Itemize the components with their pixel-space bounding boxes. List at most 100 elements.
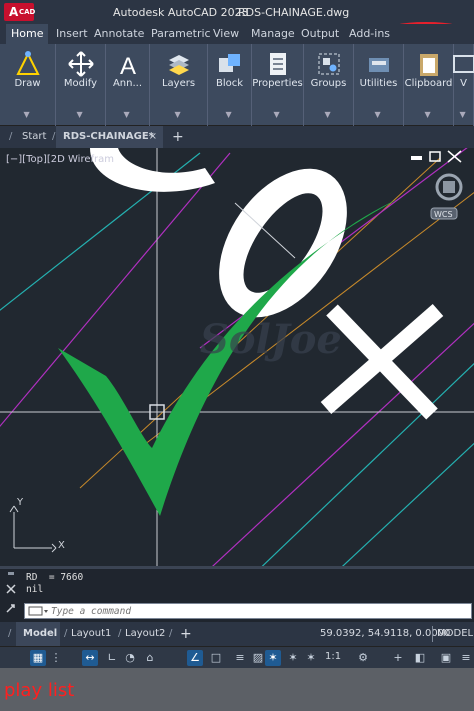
tab-model[interactable]: Model: [16, 622, 60, 646]
menu-icon[interactable]: ≡: [458, 650, 474, 666]
file-name: RDS-CHAINAGE.dwg: [238, 6, 350, 19]
command-input[interactable]: [51, 605, 461, 617]
ribbon-panel-draw[interactable]: Draw ▼: [0, 44, 56, 126]
tab-separator-icon: /: [52, 131, 56, 142]
ribbon-panel-modify[interactable]: Modify ▼: [56, 44, 106, 126]
annotation-scale-icon[interactable]: ✶: [303, 650, 319, 666]
coordinates-readout[interactable]: 59.0392, 54.9118, 0.0000: [320, 622, 450, 646]
isolate-icon[interactable]: ◧: [412, 650, 428, 666]
ribbon-panel-label: Modify: [63, 78, 98, 89]
ribbon-panel-block[interactable]: Block ▼: [208, 44, 252, 126]
tab-manage[interactable]: Manage: [246, 24, 300, 44]
fullscreen-icon[interactable]: ▣: [438, 650, 454, 666]
move-icon: [67, 51, 94, 77]
command-history: RD = 7660 nil: [26, 572, 83, 596]
autocad-window: A CAD Autodesk AutoCAD 2023 RDS-CHAINAGE…: [0, 0, 474, 711]
chevron-down-icon[interactable]: ▼: [274, 110, 280, 119]
cad-line-cyan-3: [341, 442, 474, 566]
layout-tabs-menu-icon[interactable]: /: [8, 622, 11, 646]
chevron-down-icon[interactable]: ▼: [425, 110, 431, 119]
ribbon-panel-properties[interactable]: Properties ▼: [252, 44, 304, 126]
playlist-overlay: play list: [0, 668, 474, 711]
tab-add-ins[interactable]: Add-ins: [344, 24, 395, 44]
autocad-logo-button[interactable]: A CAD: [4, 3, 36, 21]
ribbon-panel-groups[interactable]: Groups ▼: [304, 44, 354, 126]
app-logo-sub: CAD: [19, 8, 36, 16]
polar-icon[interactable]: ◔: [122, 650, 138, 666]
clipboard-icon: [419, 54, 438, 76]
block-icon: [218, 54, 240, 72]
grid-icon[interactable]: ▦: [30, 650, 46, 666]
tab-layout1[interactable]: Layout1: [71, 622, 111, 646]
ribbon-panel-layers[interactable]: Layers ▼: [150, 44, 208, 126]
command-line-grip-icon[interactable]: [2, 571, 20, 621]
chevron-down-icon[interactable]: ▼: [77, 110, 83, 119]
drawing-canvas[interactable]: SolJoe: [0, 148, 474, 566]
wcs-label[interactable]: WCS: [434, 210, 453, 219]
ortho-icon[interactable]: ∟: [104, 650, 120, 666]
close-tab-icon[interactable]: ×: [149, 126, 157, 148]
ucs-y-label: Y: [17, 497, 24, 508]
chevron-down-icon[interactable]: ▼: [175, 110, 181, 119]
chevron-down-icon[interactable]: ▼: [325, 110, 331, 119]
app-logo-letter: A: [9, 5, 19, 19]
transparency-icon[interactable]: ▨: [250, 650, 266, 666]
ribbon-panel-v[interactable]: V ▼: [452, 44, 474, 126]
drawing-watermark-text: SolJoe: [200, 316, 342, 363]
tab-output[interactable]: Output: [296, 24, 344, 44]
app-name: Autodesk AutoCAD 2023: [113, 6, 249, 19]
command-input-box[interactable]: [24, 603, 472, 619]
viewport-controls-label[interactable]: [−][Top][2D Wirefram: [6, 154, 114, 165]
title-bar: A CAD Autodesk AutoCAD 2023 RDS-CHAINAGE…: [0, 0, 474, 44]
autoscale-icon[interactable]: ✶: [285, 650, 301, 666]
ribbon-panel-ann[interactable]: A Ann... ▼: [106, 44, 150, 126]
tab-menu-icon[interactable]: /: [9, 126, 12, 148]
snap-icon[interactable]: ⋮: [48, 650, 64, 666]
isodraft-icon[interactable]: ⌂: [142, 650, 158, 666]
view-icon: [452, 55, 474, 73]
chevron-down-icon[interactable]: ▼: [375, 110, 381, 119]
chevron-down-icon[interactable]: ▼: [460, 110, 466, 119]
new-tab-button[interactable]: +: [172, 126, 184, 148]
tab-home[interactable]: Home: [6, 24, 49, 44]
infer-icon[interactable]: ↔: [82, 650, 98, 666]
command-prompt-icon[interactable]: [27, 604, 49, 618]
properties-icon: [269, 53, 286, 75]
ribbon-panel-label: Ann...: [112, 78, 143, 89]
groups-icon: [318, 53, 339, 75]
model-space-button[interactable]: MODEL: [437, 622, 473, 646]
lineweight-icon[interactable]: ≡: [232, 650, 248, 666]
chevron-down-icon[interactable]: ▼: [226, 110, 232, 119]
tab-view[interactable]: View: [208, 24, 244, 44]
tab-parametric[interactable]: Parametric: [146, 24, 216, 44]
annotation-visibility-icon[interactable]: ✶: [265, 650, 281, 666]
add-layout-button[interactable]: +: [180, 622, 192, 646]
playlist-label[interactable]: play list: [4, 680, 74, 701]
tab-insert[interactable]: Insert: [51, 24, 93, 44]
viewport-controls[interactable]: [411, 150, 462, 163]
tab-start[interactable]: Start: [22, 126, 46, 148]
workspace-icon[interactable]: ⚙: [355, 650, 371, 666]
ribbon-panel-label: Groups: [310, 78, 347, 89]
ribbon-panel-label: Block: [215, 78, 244, 89]
plus-icon[interactable]: +: [390, 650, 406, 666]
tab-separator-icon: /: [118, 628, 122, 639]
command-line: RD = 7660 nil: [0, 568, 474, 622]
osnap-icon[interactable]: □: [208, 650, 224, 666]
drawing-viewport[interactable]: SolJoe [−][Top][2D Wirefram WCS Y X: [0, 148, 474, 566]
ribbon-panel-label: Draw: [14, 78, 41, 89]
ribbon-panel-utilities[interactable]: Utilities ▼: [354, 44, 404, 126]
status-bar: ▦ ⋮ ↔ ∟ ◔ ⌂ ∠ □ ≡ ▨ ✶ ✶ ✶ ⚙ + ◧ ▣ ≡ 1:1: [0, 646, 474, 668]
tab-annotate[interactable]: Annotate: [89, 24, 149, 44]
ribbon-panel-clipboard[interactable]: Clipboard ▼: [404, 44, 454, 126]
annotation-scale-value[interactable]: 1:1: [325, 651, 341, 662]
tab-model-label: Model: [23, 628, 58, 639]
tab-layout2[interactable]: Layout2: [125, 622, 165, 646]
tab-active-document[interactable]: RDS-CHAINAGE* ×: [56, 126, 163, 148]
ribbon-panel-label: Properties: [252, 78, 303, 89]
svg-text:A: A: [119, 53, 135, 78]
osnap-track-icon[interactable]: ∠: [187, 650, 203, 666]
ribbon-panel-label: Utilities: [359, 78, 398, 89]
chevron-down-icon[interactable]: ▼: [124, 110, 130, 119]
chevron-down-icon[interactable]: ▼: [24, 110, 30, 119]
